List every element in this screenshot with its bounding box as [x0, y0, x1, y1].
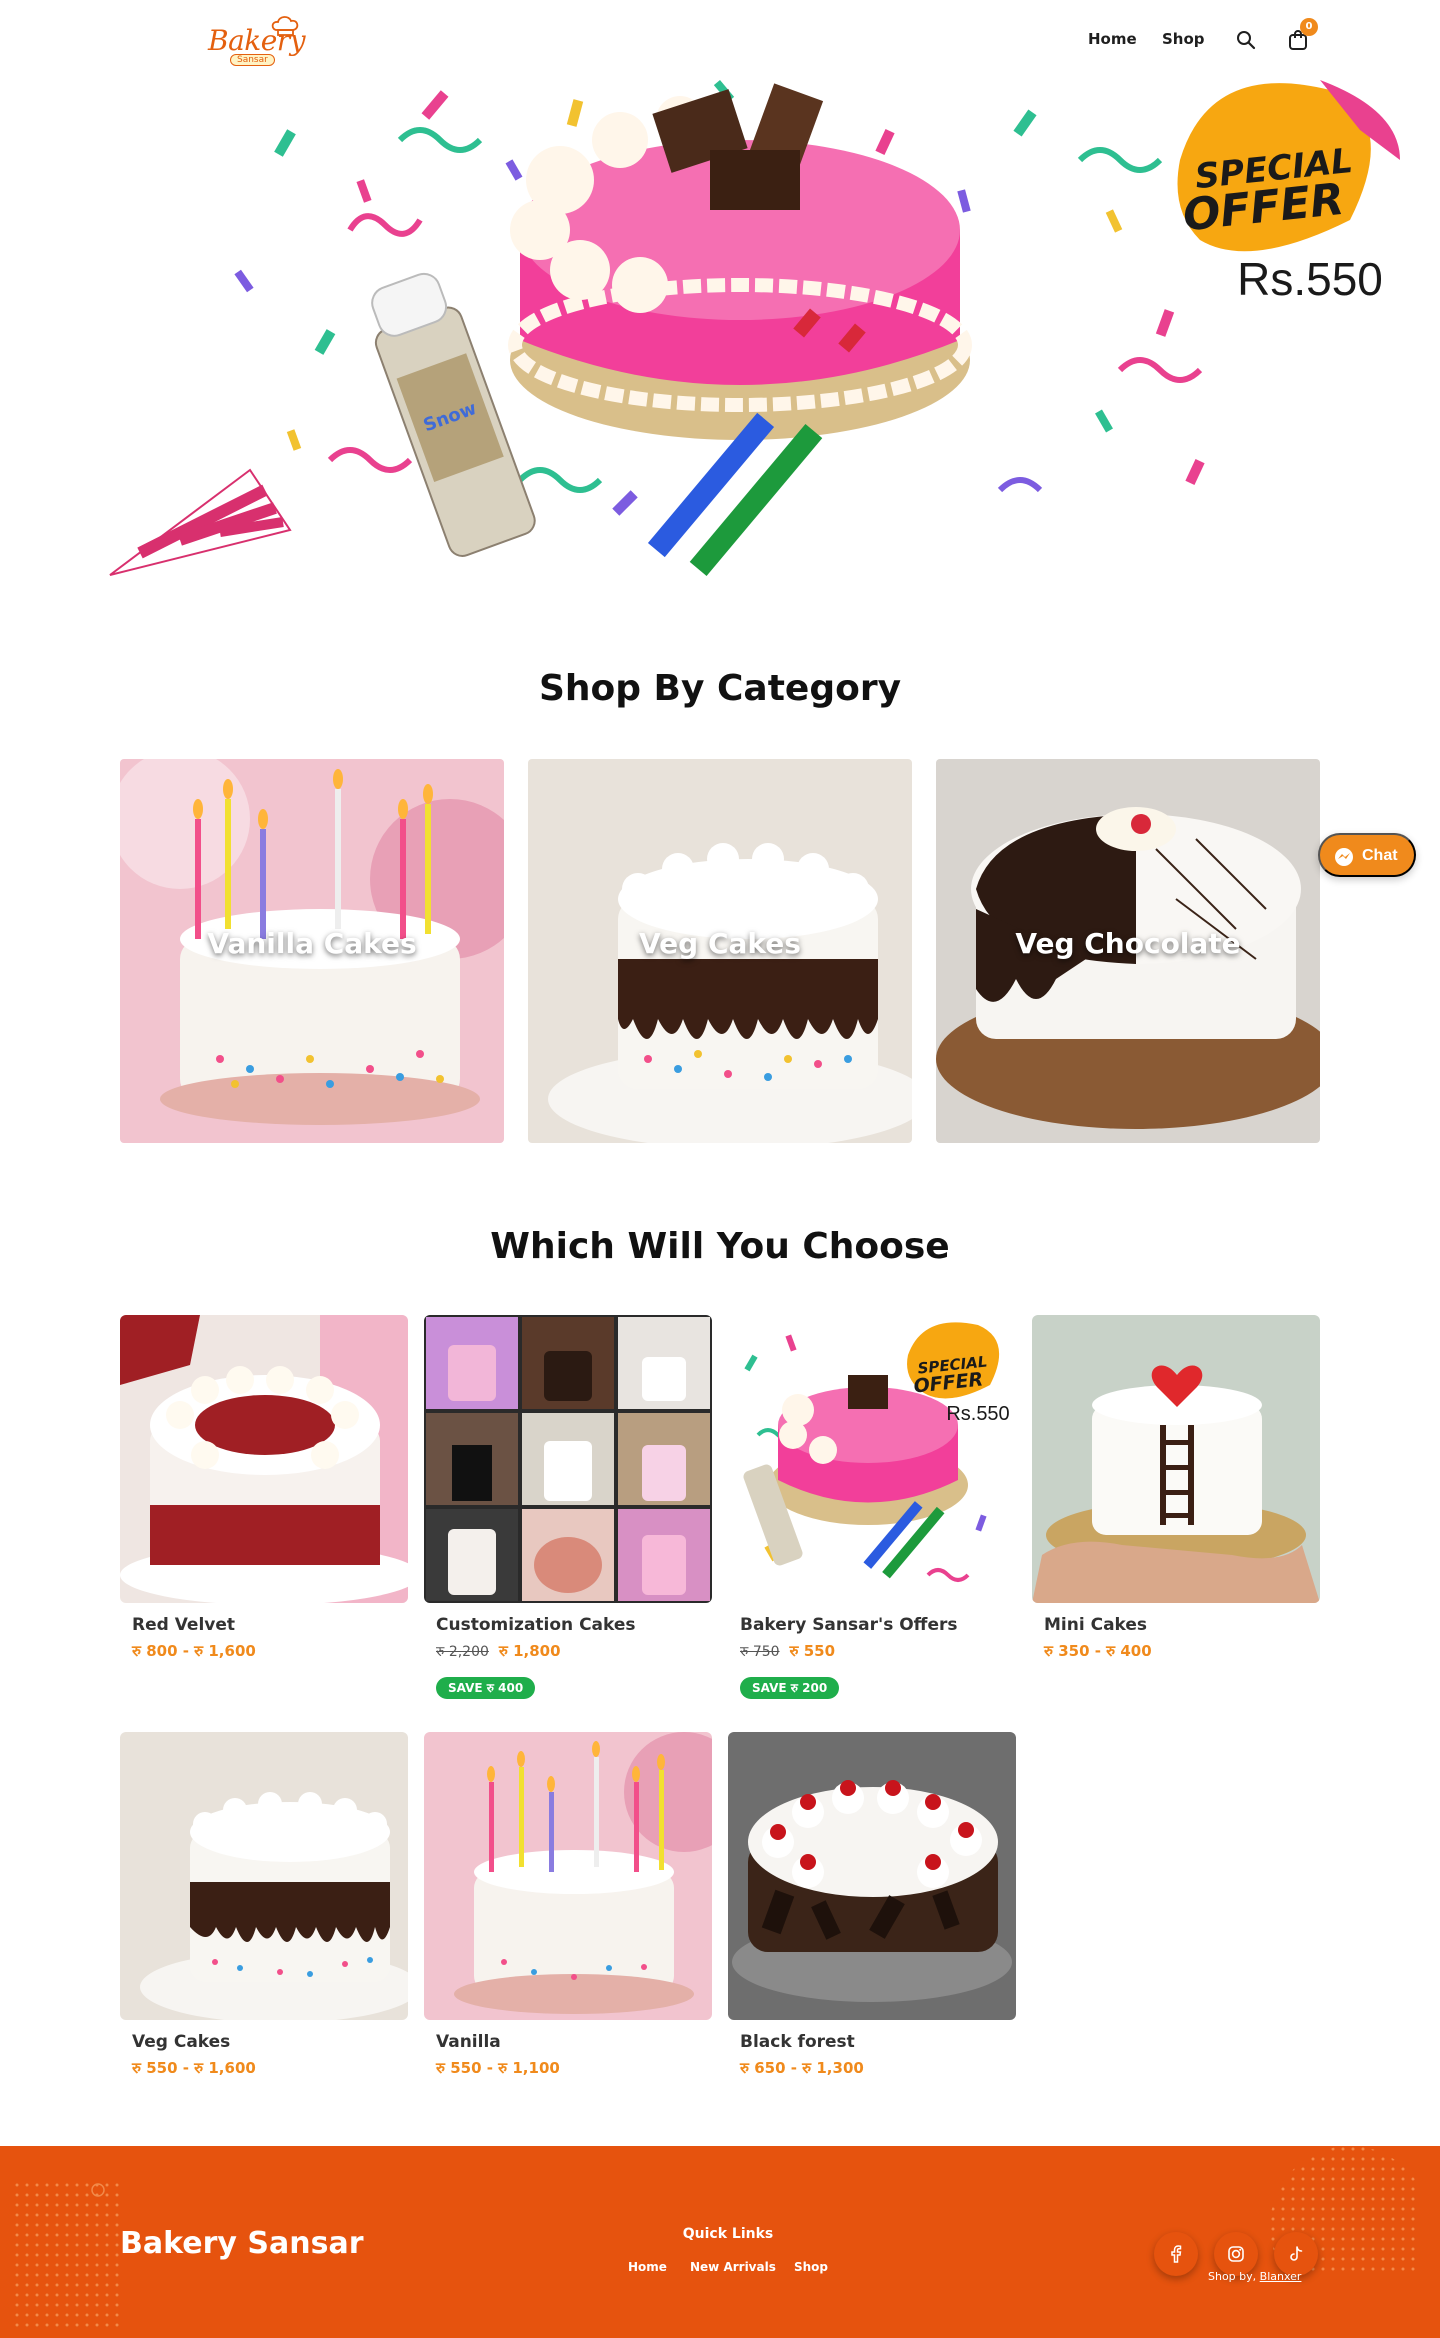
cart-count-badge: 0 — [1300, 18, 1318, 36]
site-footer: Bakery Sansar Quick Links Home New Arriv… — [0, 2146, 1440, 2338]
tiktok-icon — [1290, 2246, 1303, 2261]
special-offer-badge: SPECIAL OFFER Rs.550 — [1177, 80, 1400, 305]
messenger-icon — [1335, 848, 1353, 866]
original-price: रु 750 — [740, 1644, 780, 1660]
product-price: रु 750 रु 550 — [740, 1642, 836, 1660]
facebook-icon — [1171, 2245, 1182, 2263]
spray-can: Snow — [371, 272, 536, 557]
product-image[interactable] — [120, 1732, 408, 2020]
product-price: रु 350 - रु 400 — [1044, 1642, 1152, 1660]
product-name[interactable]: Red Velvet — [132, 1615, 235, 1635]
product-image[interactable]: SPECIAL OFFER Rs.550 — [728, 1315, 1016, 1603]
category-card-veg-chocolate[interactable]: Veg Chocolate — [936, 759, 1320, 1143]
chat-label: Chat — [1362, 847, 1398, 864]
customization-cakes-collage — [424, 1315, 712, 1603]
footer-credit: Shop by, Blanxer — [1208, 2270, 1301, 2283]
nav-home-link[interactable]: Home — [1088, 30, 1137, 48]
svg-text:Rs.550: Rs.550 — [1237, 253, 1383, 305]
svg-text:Rs.550: Rs.550 — [946, 1403, 1009, 1425]
product-image[interactable] — [424, 1732, 712, 2020]
product-image[interactable] — [1032, 1315, 1320, 1603]
category-card-vanilla-cakes[interactable]: Vanilla Cakes — [120, 759, 504, 1143]
product-name[interactable]: Vanilla — [436, 2032, 501, 2052]
search-icon[interactable] — [1234, 28, 1258, 52]
product-name[interactable]: Black forest — [740, 2032, 855, 2052]
product-name[interactable]: Mini Cakes — [1044, 1615, 1147, 1635]
product-name[interactable]: Veg Cakes — [132, 2032, 230, 2052]
logo-subtext: Sansar — [230, 54, 275, 66]
product-name[interactable]: Bakery Sansar's Offers — [740, 1615, 957, 1635]
footer-link-new-arrivals[interactable]: New Arrivals — [690, 2260, 776, 2274]
chat-button[interactable]: Chat — [1318, 833, 1416, 877]
dot-pattern-decoration — [14, 2182, 124, 2332]
category-label: Veg Cakes — [639, 927, 801, 960]
save-badge: SAVE रु 200 — [740, 1677, 840, 1699]
category-label: Vanilla Cakes — [207, 927, 417, 960]
product-price: रु 800 - रु 1,600 — [132, 1642, 256, 1660]
product-price: रु 650 - रु 1,300 — [740, 2059, 864, 2077]
product-image[interactable] — [424, 1315, 712, 1603]
product-name[interactable]: Customization Cakes — [436, 1615, 636, 1635]
party-horn — [109, 468, 292, 576]
footer-link-shop[interactable]: Shop — [794, 2260, 828, 2274]
hero-cake-illustration: Snow SPECIAL OFFER Rs.550 — [109, 80, 1400, 577]
main-nav: Home Shop — [0, 28, 1440, 52]
save-badge: SAVE रु 400 — [436, 1677, 536, 1699]
original-price: रु 2,200 — [436, 1644, 489, 1660]
vanilla-cake-photo — [424, 1732, 712, 2020]
category-label: Veg Chocolate — [1015, 927, 1241, 960]
which-will-you-choose-title: Which Will You Choose — [490, 1226, 950, 1267]
footer-credit-prefix: Shop by, — [1208, 2270, 1257, 2283]
blanxer-link[interactable]: Blanxer — [1260, 2270, 1302, 2283]
mini-cake-photo — [1032, 1315, 1320, 1603]
pink-cake — [508, 83, 972, 440]
product-price: रु 2,200 रु 1,800 — [436, 1642, 561, 1660]
special-offer-cake-photo: SPECIAL OFFER Rs.550 — [728, 1315, 1016, 1603]
veg-cake-photo — [120, 1732, 408, 2020]
site-header: Bakery Sansar Home Shop — [0, 0, 1440, 80]
nav-shop-link[interactable]: Shop — [1162, 30, 1205, 48]
category-card-veg-cakes[interactable]: Veg Cakes — [528, 759, 912, 1143]
product-price: रु 550 - रु 1,600 — [132, 2059, 256, 2077]
product-price: रु 550 - रु 1,100 — [436, 2059, 560, 2077]
facebook-button[interactable] — [1154, 2232, 1198, 2276]
product-image[interactable] — [120, 1315, 408, 1603]
red-velvet-cake-photo — [120, 1315, 408, 1603]
footer-link-home[interactable]: Home — [628, 2260, 667, 2274]
product-image[interactable] — [728, 1732, 1016, 2020]
instagram-icon — [1228, 2246, 1244, 2262]
shop-by-category-title: Shop By Category — [538, 668, 902, 709]
black-forest-cake-photo — [728, 1732, 1016, 2020]
hero-banner[interactable]: Snow SPECIAL OFFER Rs.550 — [100, 70, 1400, 590]
dot-pattern-decoration — [1270, 2146, 1420, 2276]
